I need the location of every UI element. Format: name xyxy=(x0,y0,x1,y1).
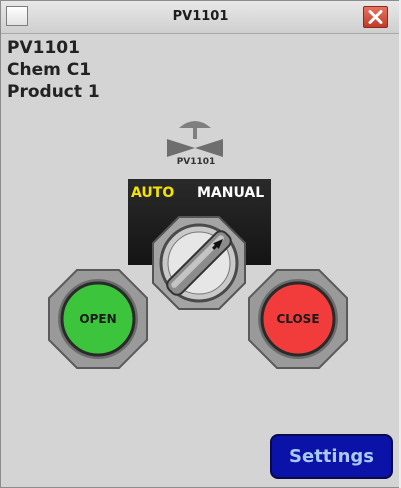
control-valve-icon xyxy=(167,121,223,157)
open-button-label: OPEN xyxy=(79,312,117,326)
tag-name: PV1101 xyxy=(7,38,80,58)
settings-button[interactable]: Settings xyxy=(270,434,393,479)
close-button[interactable] xyxy=(363,6,388,28)
window-title: PV1101 xyxy=(172,9,229,24)
close-x-icon xyxy=(368,10,383,24)
unit-name: Chem C1 xyxy=(7,60,92,80)
product-name: Product 1 xyxy=(7,82,100,102)
auto-label[interactable]: AUTO xyxy=(131,185,174,201)
manual-label[interactable]: MANUAL xyxy=(197,185,264,201)
valve-label: PV1101 xyxy=(176,157,216,167)
faceplate-window: PV1101 PV1101 Chem C1 Product 1 PV1101 A… xyxy=(0,0,401,488)
mode-selector-knob[interactable] xyxy=(151,215,247,311)
close-valve-button-label: CLOSE xyxy=(276,312,320,326)
title-bar[interactable]: PV1101 xyxy=(1,1,400,34)
info-block: PV1101 Chem C1 Product 1 xyxy=(7,37,100,103)
